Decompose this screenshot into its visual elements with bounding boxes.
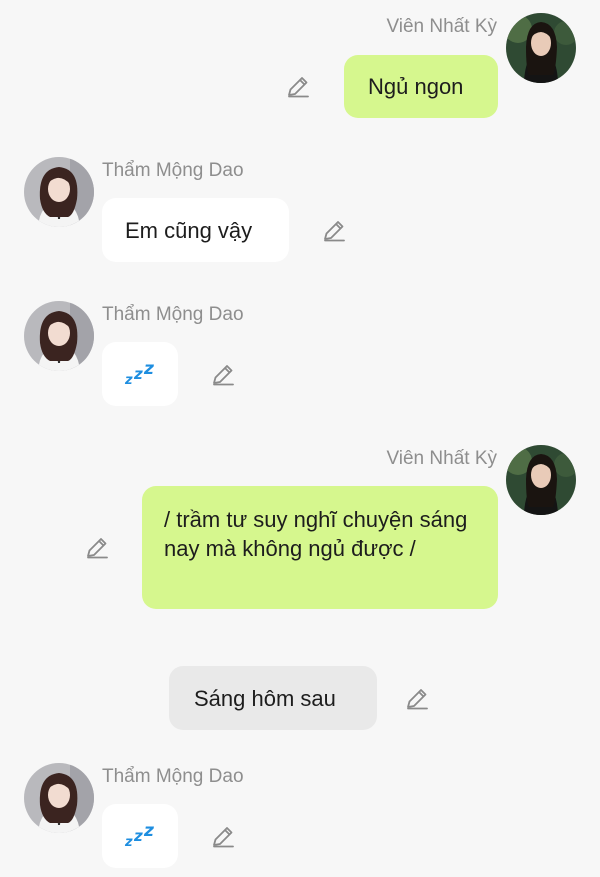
pencil-icon[interactable] xyxy=(210,824,236,850)
sender-name: Viên Nhất Kỳ xyxy=(386,16,497,37)
sender-name: Thẩm Mộng Dao xyxy=(102,304,244,325)
avatar[interactable] xyxy=(506,445,576,515)
avatar[interactable] xyxy=(24,763,94,833)
message-bubble[interactable]: / trầm tư suy nghĩ chuyện sáng nay mà kh… xyxy=(142,486,498,609)
message-text: / trầm tư suy nghĩ chuyện sáng nay mà kh… xyxy=(164,507,468,561)
sender-name: Viên Nhất Kỳ xyxy=(386,448,497,469)
svg-text:z: z xyxy=(124,373,133,388)
system-message: Sáng hôm sau xyxy=(169,666,377,730)
avatar-image xyxy=(506,13,576,83)
svg-text:z: z xyxy=(143,359,154,379)
sender-name: Thẩm Mộng Dao xyxy=(102,160,244,181)
pencil-icon[interactable] xyxy=(404,686,430,712)
message-text: Em cũng vậy xyxy=(125,218,253,243)
zzz-icon: z z z xyxy=(124,359,154,388)
sender-name: Thẩm Mộng Dao xyxy=(102,766,244,787)
message-bubble[interactable]: Em cũng vậy xyxy=(102,198,289,262)
pencil-icon[interactable] xyxy=(84,535,110,561)
avatar[interactable] xyxy=(24,157,94,227)
svg-text:z: z xyxy=(143,821,154,841)
message-bubble[interactable]: Ngủ ngon xyxy=(344,55,498,118)
chat-conversation: Viên Nhất Kỳ Ngủ ngon Thẩm Mộng Dao Em c… xyxy=(0,0,600,877)
avatar-image xyxy=(24,157,94,227)
svg-text:z: z xyxy=(124,835,133,850)
message-bubble[interactable]: z z z xyxy=(102,342,178,406)
avatar[interactable] xyxy=(506,13,576,83)
svg-text:z: z xyxy=(133,827,143,845)
avatar[interactable] xyxy=(24,301,94,371)
zzz-icon: z z z xyxy=(124,821,154,850)
svg-text:z: z xyxy=(133,365,143,383)
pencil-icon[interactable] xyxy=(285,74,311,100)
message-bubble[interactable]: z z z xyxy=(102,804,178,868)
message-text: Ngủ ngon xyxy=(368,74,464,99)
system-message-text: Sáng hôm sau xyxy=(194,686,336,711)
pencil-icon[interactable] xyxy=(210,362,236,388)
avatar-image xyxy=(24,301,94,371)
pencil-icon[interactable] xyxy=(321,218,347,244)
avatar-image xyxy=(506,445,576,515)
avatar-image xyxy=(24,763,94,833)
